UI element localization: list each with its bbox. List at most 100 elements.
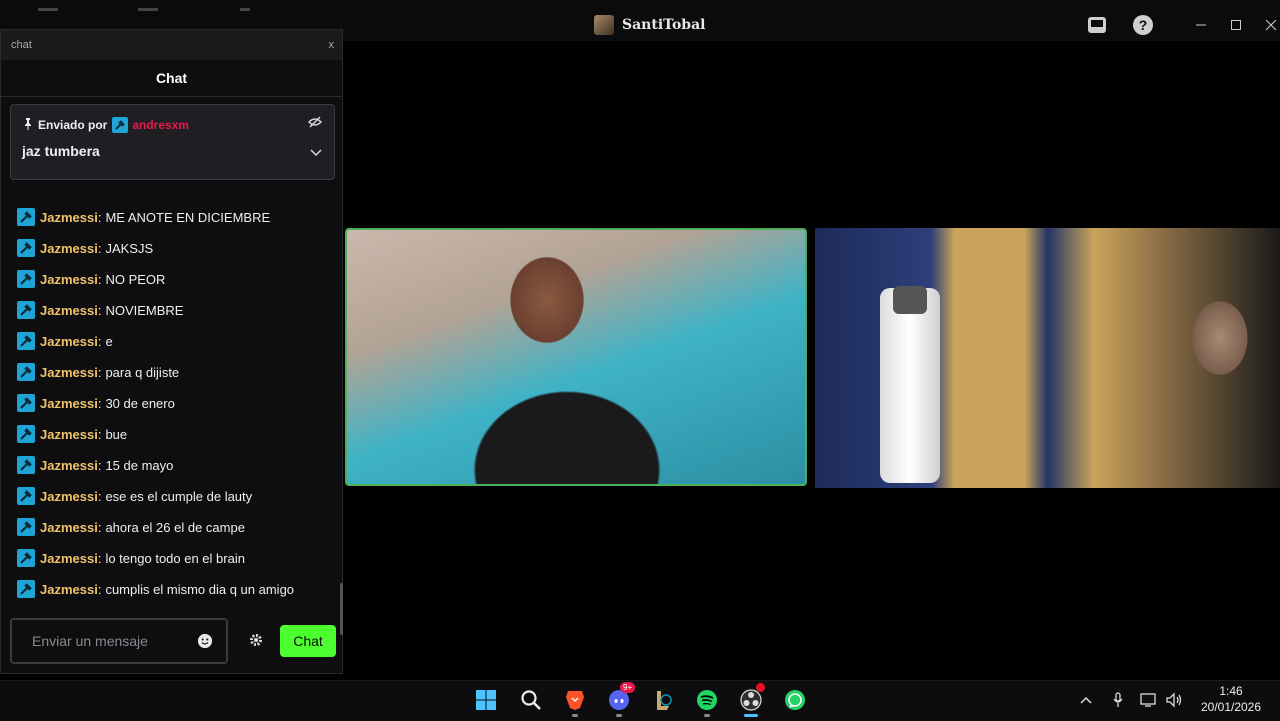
moderator-badge-icon [17, 394, 35, 412]
windows-start-icon[interactable] [475, 689, 497, 711]
moderator-badge-icon [17, 549, 35, 567]
chat-message-text: 30 de enero [105, 395, 175, 411]
close-icon[interactable] [1261, 16, 1280, 34]
inbox-icon[interactable] [1086, 14, 1108, 36]
discord-notification-badge: 9+ [620, 682, 636, 693]
chat-message[interactable]: Jazmessi: NOVIEMBRE [17, 300, 183, 320]
chat-username[interactable]: Jazmessi [40, 272, 98, 287]
chat-message[interactable]: Jazmessi: JAKSJS [17, 238, 153, 258]
chat-username[interactable]: Jazmessi [40, 582, 98, 597]
brave-icon[interactable] [564, 689, 586, 711]
chat-separator: : [97, 364, 102, 380]
chat-separator: : [97, 519, 102, 535]
chat-message[interactable]: Jazmessi:15 de mayo [17, 455, 173, 475]
volume-icon[interactable] [1165, 691, 1183, 709]
chat-message-text: 15 de mayo [105, 457, 174, 473]
chat-message[interactable]: Jazmessi: bue [17, 424, 127, 444]
chat-message-text: NOVIEMBRE [105, 302, 184, 318]
background-tab-fragment [240, 8, 250, 11]
microphone-icon[interactable] [1109, 691, 1127, 709]
chat-username[interactable]: Jazmessi [40, 241, 98, 256]
chat-username[interactable]: Jazmessi [40, 427, 98, 442]
chat-message[interactable]: Jazmessi: e [17, 331, 113, 351]
chat-username[interactable]: Jazmessi [40, 365, 98, 380]
chevron-down-icon[interactable] [310, 145, 322, 160]
window-title: SantiTobal [594, 14, 705, 36]
running-indicator [616, 714, 622, 717]
moderator-badge-icon [17, 425, 35, 443]
chat-username[interactable]: Jazmessi [40, 334, 98, 349]
clock-time: 1:46 [1219, 684, 1243, 698]
emoji-icon[interactable] [198, 634, 212, 648]
sent-by-label: Enviado por [38, 118, 108, 132]
help-glyph: ? [1133, 15, 1153, 35]
taskbar: 9+ [0, 680, 1280, 721]
search-icon[interactable] [520, 689, 542, 711]
obs-icon[interactable] [740, 689, 762, 711]
chat-message[interactable]: Jazmessi: NO PEOR [17, 269, 165, 289]
clock-date: 20/01/2026 [1200, 700, 1262, 714]
moderator-badge-icon [17, 332, 35, 350]
chat-username[interactable]: Jazmessi [40, 458, 98, 473]
background-tab-fragment [138, 8, 158, 11]
chat-message-text: ahora el 26 el de campe [105, 519, 245, 535]
chat-message-input[interactable] [30, 632, 194, 650]
chat-message-text: NO PEOR [105, 271, 166, 287]
chat-message[interactable]: Jazmessi: ahora el 26 el de campe [17, 517, 245, 537]
chat-separator: : [97, 581, 102, 597]
chat-popup-title: chat [11, 39, 32, 51]
chat-separator: : [97, 457, 102, 473]
chat-message[interactable]: Jazmessi: lo tengo todo en el brain [17, 548, 245, 568]
chat-message-text: ME ANOTE EN DICIEMBRE [105, 209, 271, 225]
chat-message[interactable]: Jazmessi:30 de enero [17, 393, 175, 413]
background-tab-fragment [38, 8, 58, 11]
pinned-message[interactable]: Enviado por andresxm jaz tumbera [10, 104, 335, 180]
help-icon[interactable]: ? [1132, 14, 1154, 36]
league-of-legends-icon[interactable] [652, 689, 674, 711]
moderator-badge-icon [17, 239, 35, 257]
chat-message[interactable]: Jazmessi: cumplis el mismo dia q un amigo [17, 579, 294, 599]
chat-message-text: cumplis el mismo dia q un amigo [105, 581, 295, 597]
chat-username[interactable]: Jazmessi [40, 520, 98, 535]
chat-message-text: bue [105, 426, 128, 442]
chat-scrollbar[interactable] [340, 583, 343, 635]
maximize-icon[interactable] [1226, 16, 1246, 34]
pinned-username[interactable]: andresxm [132, 118, 189, 132]
moderator-badge-icon [17, 487, 35, 505]
recording-indicator [756, 683, 765, 692]
chat-separator: : [97, 333, 102, 349]
chat-message-text: ese es el cumple de lauty [105, 488, 253, 504]
gear-icon[interactable] [248, 632, 264, 648]
chat-username[interactable]: Jazmessi [40, 210, 98, 225]
chat-separator: : [97, 209, 102, 225]
chat-message[interactable]: Jazmessi: ese es el cumple de lauty [17, 486, 252, 506]
chat-popup-close-button[interactable]: x [329, 39, 335, 51]
network-icon[interactable] [1140, 691, 1158, 709]
chat-input-container[interactable] [10, 618, 228, 664]
send-chat-button[interactable]: Chat [280, 625, 336, 657]
chat-username[interactable]: Jazmessi [40, 396, 98, 411]
running-indicator [704, 714, 710, 717]
moderator-badge-icon [17, 270, 35, 288]
chat-username[interactable]: Jazmessi [40, 551, 98, 566]
hide-eye-icon[interactable] [308, 116, 322, 131]
chat-message[interactable]: Jazmessi: para q dijiste [17, 362, 179, 382]
pinned-message-header: Enviado por andresxm [23, 117, 189, 133]
minimize-icon[interactable] [1191, 16, 1211, 34]
chat-separator: : [97, 271, 102, 287]
moderator-badge-icon [17, 580, 35, 598]
video-feed-guest-2 [815, 228, 1280, 488]
chat-username[interactable]: Jazmessi [40, 489, 98, 504]
chat-message[interactable]: Jazmessi: ME ANOTE EN DICIEMBRE [17, 207, 270, 227]
whatsapp-icon[interactable] [784, 689, 806, 711]
chat-separator: : [97, 550, 102, 566]
moderator-badge-icon [17, 518, 35, 536]
taskbar-clock[interactable]: 1:46 20/01/2026 [1196, 683, 1266, 715]
channel-avatar [594, 15, 614, 35]
chevron-up-icon[interactable] [1077, 691, 1095, 709]
moderator-badge-icon [112, 117, 129, 133]
spotify-icon[interactable] [696, 689, 718, 711]
chat-separator: : [97, 488, 102, 504]
pin-icon [23, 117, 33, 133]
chat-username[interactable]: Jazmessi [40, 303, 98, 318]
